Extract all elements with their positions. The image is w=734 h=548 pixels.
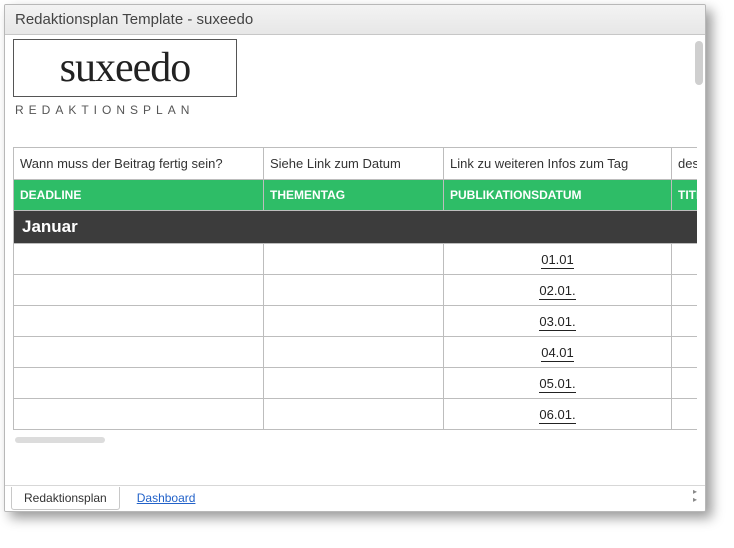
cell-titel[interactable]: [672, 337, 698, 368]
cell-deadline[interactable]: [14, 306, 264, 337]
vertical-scrollbar-thumb[interactable]: [695, 41, 703, 85]
publication-date-link[interactable]: 05.01.: [539, 376, 575, 393]
tab-redaktionsplan[interactable]: Redaktionsplan: [11, 487, 120, 510]
horizontal-scrollbar[interactable]: [13, 436, 697, 446]
logo-text: suxeedo: [60, 44, 191, 92]
brand-subtitle: REDAKTIONSPLAN: [15, 103, 697, 117]
header-publikation[interactable]: PUBLIKATIONSDATUM: [444, 180, 672, 211]
month-row: Januar: [14, 211, 698, 244]
cell-pub[interactable]: 03.01.: [444, 306, 672, 337]
cell-titel[interactable]: [672, 368, 698, 399]
header-thementag[interactable]: THEMENTAG: [264, 180, 444, 211]
desc-thementag[interactable]: Siehe Link zum Datum: [264, 148, 444, 180]
table-row: 05.01.: [14, 368, 698, 399]
month-cell[interactable]: Januar: [14, 211, 698, 244]
table-row: 03.01.: [14, 306, 698, 337]
cell-titel[interactable]: [672, 275, 698, 306]
cell-deadline[interactable]: [14, 368, 264, 399]
table-row: 01.01: [14, 244, 698, 275]
brand-logo: suxeedo: [13, 39, 237, 97]
cell-thementag[interactable]: [264, 306, 444, 337]
app-window: Redaktionsplan Template - suxeedo suxeed…: [4, 4, 706, 512]
chevron-right-icon[interactable]: ▸: [693, 496, 697, 504]
publication-date-link[interactable]: 02.01.: [539, 283, 575, 300]
cell-thementag[interactable]: [264, 399, 444, 430]
window-title: Redaktionsplan Template - suxeedo: [5, 5, 705, 35]
cell-pub[interactable]: 01.01: [444, 244, 672, 275]
desc-titel[interactable]: des Beitra: [672, 148, 698, 180]
title-text: Redaktionsplan Template - suxeedo: [15, 11, 253, 28]
cell-deadline[interactable]: [14, 275, 264, 306]
header-deadline[interactable]: DEADLINE: [14, 180, 264, 211]
cell-deadline[interactable]: [14, 337, 264, 368]
cell-pub[interactable]: 06.01.: [444, 399, 672, 430]
desc-deadline[interactable]: Wann muss der Beitrag fertig sein?: [14, 148, 264, 180]
cell-pub[interactable]: 02.01.: [444, 275, 672, 306]
tab-nav-arrows[interactable]: ▸ ▸: [693, 488, 697, 504]
cell-pub[interactable]: 04.01: [444, 337, 672, 368]
content-area: suxeedo REDAKTIONSPLAN Wann muss der Bei…: [5, 35, 705, 485]
publication-date-link[interactable]: 06.01.: [539, 407, 575, 424]
sheet-tabs: Redaktionsplan Dashboard ▸ ▸: [5, 485, 705, 511]
spreadsheet: Wann muss der Beitrag fertig sein? Siehe…: [13, 147, 697, 430]
header-titel[interactable]: TITEL: [672, 180, 698, 211]
horizontal-scrollbar-thumb[interactable]: [15, 437, 105, 443]
tab-dashboard[interactable]: Dashboard: [124, 487, 209, 510]
cell-titel[interactable]: [672, 244, 698, 275]
table-row: 02.01.: [14, 275, 698, 306]
description-row: Wann muss der Beitrag fertig sein? Siehe…: [14, 148, 698, 180]
cell-deadline[interactable]: [14, 244, 264, 275]
table-row: 06.01.: [14, 399, 698, 430]
table-row: 04.01: [14, 337, 698, 368]
desc-publikation[interactable]: Link zu weiteren Infos zum Tag: [444, 148, 672, 180]
cell-pub[interactable]: 05.01.: [444, 368, 672, 399]
publication-date-link[interactable]: 01.01: [541, 252, 574, 269]
cell-thementag[interactable]: [264, 244, 444, 275]
plan-table: Wann muss der Beitrag fertig sein? Siehe…: [13, 147, 697, 430]
cell-titel[interactable]: [672, 306, 698, 337]
publication-date-link[interactable]: 03.01.: [539, 314, 575, 331]
cell-thementag[interactable]: [264, 368, 444, 399]
cell-thementag[interactable]: [264, 275, 444, 306]
cell-titel[interactable]: [672, 399, 698, 430]
cell-thementag[interactable]: [264, 337, 444, 368]
cell-deadline[interactable]: [14, 399, 264, 430]
publication-date-link[interactable]: 04.01: [541, 345, 574, 362]
header-row: DEADLINE THEMENTAG PUBLIKATIONSDATUM TIT…: [14, 180, 698, 211]
